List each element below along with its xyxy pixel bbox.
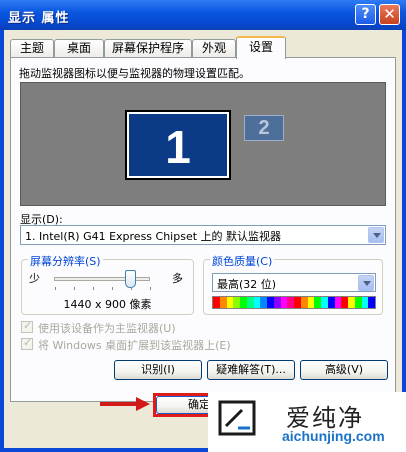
troubleshoot-button[interactable]: 疑难解答(T)...	[207, 360, 295, 380]
color-quality-dropdown[interactable]: 最高(32 位)	[212, 273, 376, 292]
checkbox-box[interactable]	[21, 336, 33, 350]
tab-screensaver[interactable]: 屏幕保护程序	[104, 39, 192, 58]
resolution-more-label: 多	[172, 272, 183, 285]
extend-desktop-label: 将 Windows 桌面扩展到该监视器上(E)	[38, 339, 231, 352]
tab-settings[interactable]: 设置	[236, 36, 286, 59]
watermark-logo-icon	[218, 400, 256, 436]
chevron-down-icon[interactable]	[368, 227, 384, 243]
help-button[interactable]: ?	[355, 4, 376, 25]
checkbox-box[interactable]	[21, 319, 33, 333]
monitor-1-number: 1	[165, 121, 191, 173]
settings-panel: 拖动监视器图标以便与监视器的物理设置匹配。 1 2 显示(D): 1. Inte…	[10, 57, 396, 402]
resolution-slider-thumb[interactable]	[124, 270, 136, 288]
resolution-group: 屏幕分辨率(S) 少 多 1440 x 900 像素	[21, 253, 194, 315]
identify-button[interactable]: 识别(I)	[114, 360, 202, 380]
primary-monitor-label: 使用该设备作为主监视器(U)	[38, 322, 176, 335]
color-quality-value: 最高(32 位)	[217, 278, 277, 291]
resolution-less-label: 少	[29, 272, 40, 285]
display-properties-window: 显示 属性 ? ✕ 主题 桌面 屏幕保护程序 外观 设置 拖动监视器图标以便与监…	[0, 0, 406, 452]
monitor-1-icon[interactable]: 1	[125, 110, 231, 180]
tab-appearance[interactable]: 外观	[192, 39, 236, 58]
monitor-2-number: 2	[258, 117, 270, 139]
watermark-url: aichunjing.com	[282, 428, 385, 444]
advanced-button[interactable]: 高级(V)	[300, 360, 388, 380]
resolution-value: 1440 x 900 像素	[63, 298, 152, 311]
close-button[interactable]: ✕	[379, 4, 400, 25]
color-quality-title: 颜色质量(C)	[210, 253, 275, 269]
window-title: 显示 属性	[8, 11, 70, 26]
resolution-group-title: 屏幕分辨率(S)	[28, 253, 103, 269]
display-dropdown[interactable]: 1. Intel(R) G41 Express Chipset 上的 默认监视器	[20, 225, 386, 245]
display-dropdown-value: 1. Intel(R) G41 Express Chipset 上的 默认监视器	[25, 230, 282, 243]
watermark: 爱纯净 aichunjing.com	[208, 392, 406, 452]
tab-themes[interactable]: 主题	[10, 39, 54, 58]
title-bar[interactable]: 显示 属性 ? ✕	[0, 0, 406, 30]
instruction-text: 拖动监视器图标以便与监视器的物理设置匹配。	[19, 67, 250, 80]
chevron-down-icon[interactable]	[358, 275, 374, 291]
resolution-slider-ticks	[55, 287, 151, 290]
red-arrow-annotation	[100, 397, 150, 411]
tab-desktop[interactable]: 桌面	[54, 39, 104, 58]
color-quality-group: 颜色质量(C) 最高(32 位)	[203, 253, 383, 315]
dialog-client-area: 主题 桌面 屏幕保护程序 外观 设置 拖动监视器图标以便与监视器的物理设置匹配。…	[4, 30, 402, 448]
color-preview-bar	[212, 296, 376, 309]
monitor-2-icon[interactable]: 2	[244, 115, 284, 141]
monitor-arrangement-area[interactable]: 1 2	[20, 82, 386, 206]
